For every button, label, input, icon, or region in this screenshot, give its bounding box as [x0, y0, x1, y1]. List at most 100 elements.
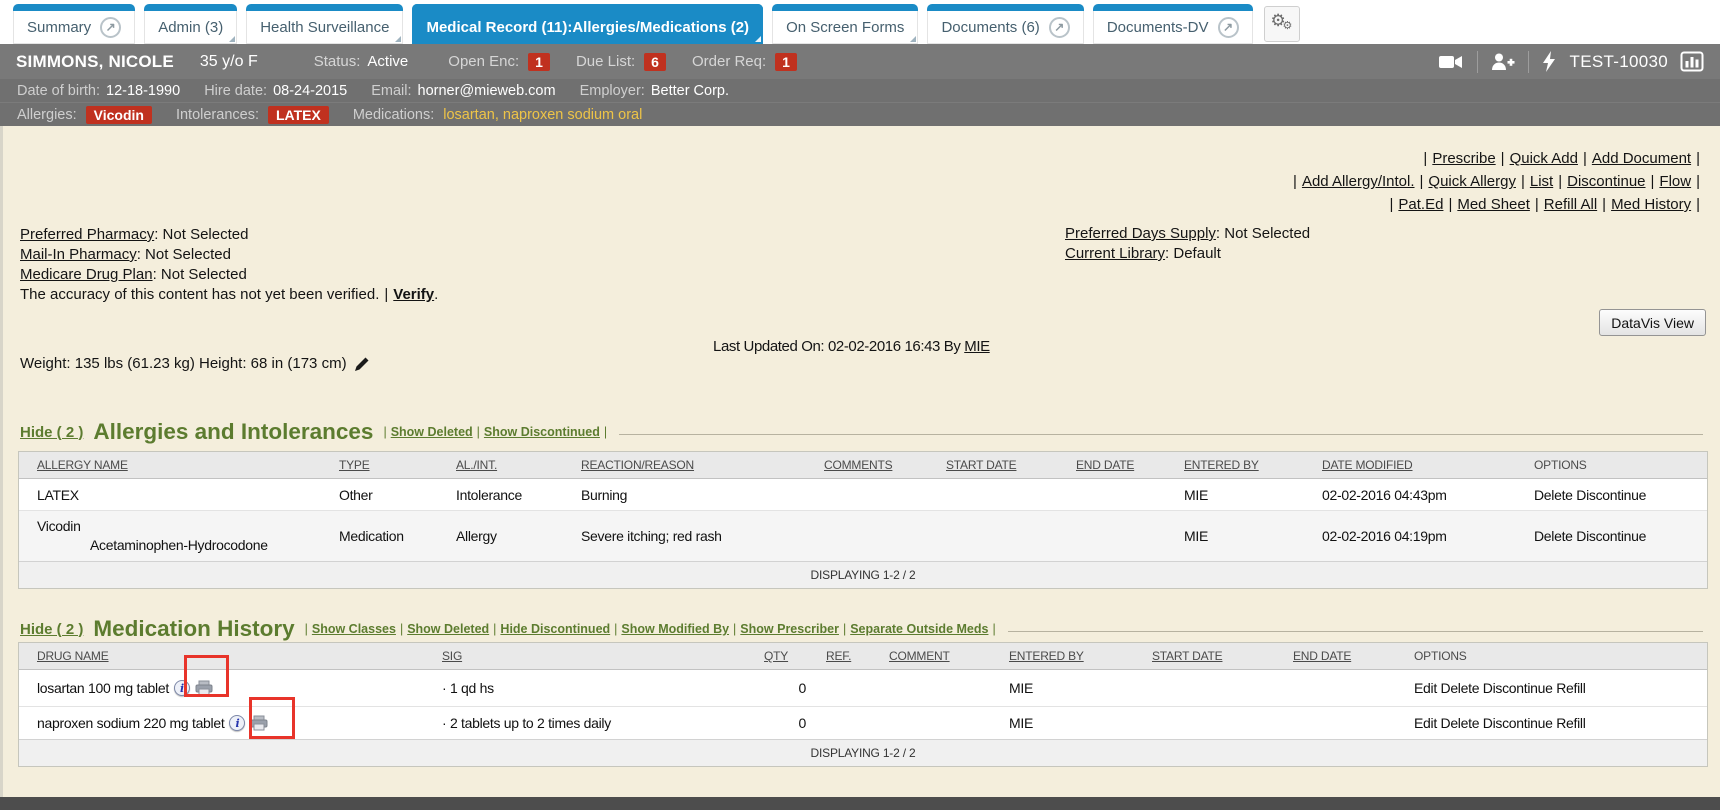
preferred-pharmacy-row: Preferred Pharmacy: Not Selected: [20, 225, 438, 245]
medications-table-header: DRUG NAME SIG QTY REF. COMMENT ENTERED B…: [19, 643, 1707, 670]
open-enc-badge[interactable]: 1: [528, 53, 550, 71]
current-library-link[interactable]: Current Library: [1065, 245, 1165, 262]
show-prescriber-link[interactable]: Show Prescriber: [740, 622, 839, 636]
due-list-badge[interactable]: 6: [644, 53, 666, 71]
drug-info-icon[interactable]: i: [229, 715, 245, 731]
col-entered-by[interactable]: ENTERED BY: [991, 643, 1134, 669]
link-med-sheet[interactable]: Med Sheet: [1457, 196, 1530, 213]
patient-age-sex: 35 y/o F: [200, 53, 258, 71]
show-classes-link[interactable]: Show Classes: [312, 622, 396, 636]
col-entered-by[interactable]: ENTERED BY: [1166, 452, 1304, 478]
hide-discontinued-link[interactable]: Hide Discontinued: [500, 622, 610, 636]
verify-link[interactable]: Verify: [393, 286, 434, 303]
medication-row-options[interactable]: Edit Delete Discontinue Refill: [1396, 670, 1707, 706]
medicare-plan-link[interactable]: Medicare Drug Plan: [20, 266, 153, 283]
link-pat-ed[interactable]: Pat.Ed: [1398, 196, 1443, 213]
link-flow[interactable]: Flow: [1659, 173, 1691, 190]
link-list[interactable]: List: [1530, 173, 1553, 190]
video-camera-icon[interactable]: [1438, 53, 1464, 71]
col-ref[interactable]: REF.: [808, 643, 871, 669]
datavis-view-button[interactable]: DataVis View: [1599, 309, 1706, 336]
allergy-row-options[interactable]: Delete Discontinue: [1516, 479, 1707, 510]
medications-section-title: Medication History: [93, 616, 294, 642]
show-discontinued-link[interactable]: Show Discontinued: [484, 425, 600, 439]
edit-pencil-icon[interactable]: [354, 356, 370, 372]
col-start-date[interactable]: START DATE: [928, 452, 1058, 478]
order-req-badge[interactable]: 1: [775, 53, 797, 71]
col-reaction[interactable]: REACTION/REASON: [563, 452, 806, 478]
external-link-icon[interactable]: ↗: [1049, 17, 1070, 38]
chart-icon[interactable]: [1680, 51, 1704, 72]
link-quick-allergy[interactable]: Quick Allergy: [1428, 173, 1516, 190]
link-add-allergy-intol[interactable]: Add Allergy/Intol.: [1302, 173, 1415, 190]
separate-outside-meds-link[interactable]: Separate Outside Meds: [850, 622, 988, 636]
annotation-box-naproxen-info: [249, 697, 295, 739]
allergy-row-options[interactable]: Delete Discontinue: [1516, 511, 1707, 561]
allergies-hide-link[interactable]: Hide ( 2 ): [20, 424, 83, 441]
tab-top-strip: [772, 4, 918, 11]
days-supply-link[interactable]: Preferred Days Supply: [1065, 225, 1216, 242]
col-start-date[interactable]: START DATE: [1134, 643, 1275, 669]
quick-links-row-2: |Add Allergy/Intol.|Quick Allergy|List|D…: [1288, 170, 1705, 193]
show-deleted-link[interactable]: Show Deleted: [391, 425, 473, 439]
show-deleted-link[interactable]: Show Deleted: [407, 622, 489, 636]
submenu-indicator: [910, 36, 916, 42]
quick-links-row-1: |Prescribe|Quick Add|Add Document|: [1288, 147, 1705, 170]
col-comments[interactable]: COMMENTS: [806, 452, 928, 478]
medications-hide-link[interactable]: Hide ( 2 ): [20, 621, 83, 638]
dob-value: 12-18-1990: [106, 83, 180, 99]
link-prescribe[interactable]: Prescribe: [1432, 150, 1495, 167]
tab-summary[interactable]: Summary ↗: [13, 4, 135, 44]
medications-section-header: Hide ( 2 ) Medication History |Show Clas…: [20, 616, 1703, 642]
submenu-indicator: [395, 36, 401, 42]
status-label: Status:: [314, 53, 361, 70]
preferred-pharmacy-link[interactable]: Preferred Pharmacy: [20, 226, 154, 243]
link-add-document[interactable]: Add Document: [1592, 150, 1691, 167]
allergies-section-links: |Show Deleted|Show Discontinued|: [379, 425, 611, 439]
col-al-int[interactable]: AL./INT.: [438, 452, 563, 478]
last-updated-line: Last Updated On: 02-02-2016 16:43 By MIE: [713, 338, 990, 355]
col-sig[interactable]: SIG: [424, 643, 746, 669]
add-person-icon[interactable]: [1491, 52, 1515, 71]
col-allergy-name[interactable]: ALLERGY NAME: [19, 452, 321, 478]
col-end-date[interactable]: END DATE: [1058, 452, 1166, 478]
dob-label: Date of birth:: [17, 83, 100, 99]
external-link-icon[interactable]: ↗: [1218, 17, 1239, 38]
tab-medical-record-active[interactable]: Medical Record (11):Allergies/Medication…: [412, 4, 763, 44]
link-refill-all[interactable]: Refill All: [1544, 196, 1597, 213]
status-value: Active: [367, 53, 408, 70]
link-med-history[interactable]: Med History: [1611, 196, 1691, 213]
intolerance-badge: LATEX: [268, 106, 329, 124]
vitals-line: Weight: 135 lbs (61.23 kg) Height: 68 in…: [20, 355, 370, 372]
medicare-plan-row: Medicare Drug Plan: Not Selected: [20, 265, 438, 285]
preferred-pharmacy-value: Not Selected: [158, 226, 248, 243]
col-end-date[interactable]: END DATE: [1275, 643, 1396, 669]
patient-id: TEST-10030: [1570, 52, 1668, 72]
col-comment[interactable]: COMMENT: [871, 643, 991, 669]
tab-documents[interactable]: Documents (6) ↗: [927, 4, 1083, 44]
col-type[interactable]: TYPE: [321, 452, 438, 478]
allergies-label: Allergies:: [17, 107, 77, 123]
lightning-icon[interactable]: [1542, 51, 1556, 72]
allergies-table-header: ALLERGY NAME TYPE AL./INT. REACTION/REAS…: [19, 452, 1707, 479]
verify-row: The accuracy of this content has not yet…: [20, 285, 438, 305]
app-window: Summary ↗ Admin (3) Health Surveillance …: [0, 0, 1720, 810]
tab-admin[interactable]: Admin (3): [144, 4, 237, 44]
medicare-plan-value: Not Selected: [157, 266, 247, 283]
col-date-modified[interactable]: DATE MODIFIED: [1304, 452, 1516, 478]
show-modified-by-link[interactable]: Show Modified By: [621, 622, 729, 636]
external-link-icon[interactable]: ↗: [100, 17, 121, 38]
tab-health-surveillance[interactable]: Health Surveillance: [246, 4, 403, 44]
tab-label: Documents (6): [941, 19, 1039, 36]
updated-by-link[interactable]: MIE: [964, 338, 989, 355]
link-discontinue[interactable]: Discontinue: [1567, 173, 1645, 190]
tab-documents-dv[interactable]: Documents-DV ↗: [1093, 4, 1253, 44]
tab-on-screen-forms[interactable]: On Screen Forms: [772, 4, 918, 44]
settings-gear-button[interactable]: ⚙ ⚙: [1264, 6, 1300, 42]
email-value: horner@mieweb.com: [418, 83, 556, 99]
mailin-pharmacy-row: Mail-In Pharmacy: Not Selected: [20, 245, 438, 265]
mailin-pharmacy-link[interactable]: Mail-In Pharmacy: [20, 246, 137, 263]
col-qty[interactable]: QTY: [746, 643, 808, 669]
link-quick-add[interactable]: Quick Add: [1510, 150, 1578, 167]
medication-row-options[interactable]: Edit Delete Discontinue Refill: [1396, 707, 1707, 739]
